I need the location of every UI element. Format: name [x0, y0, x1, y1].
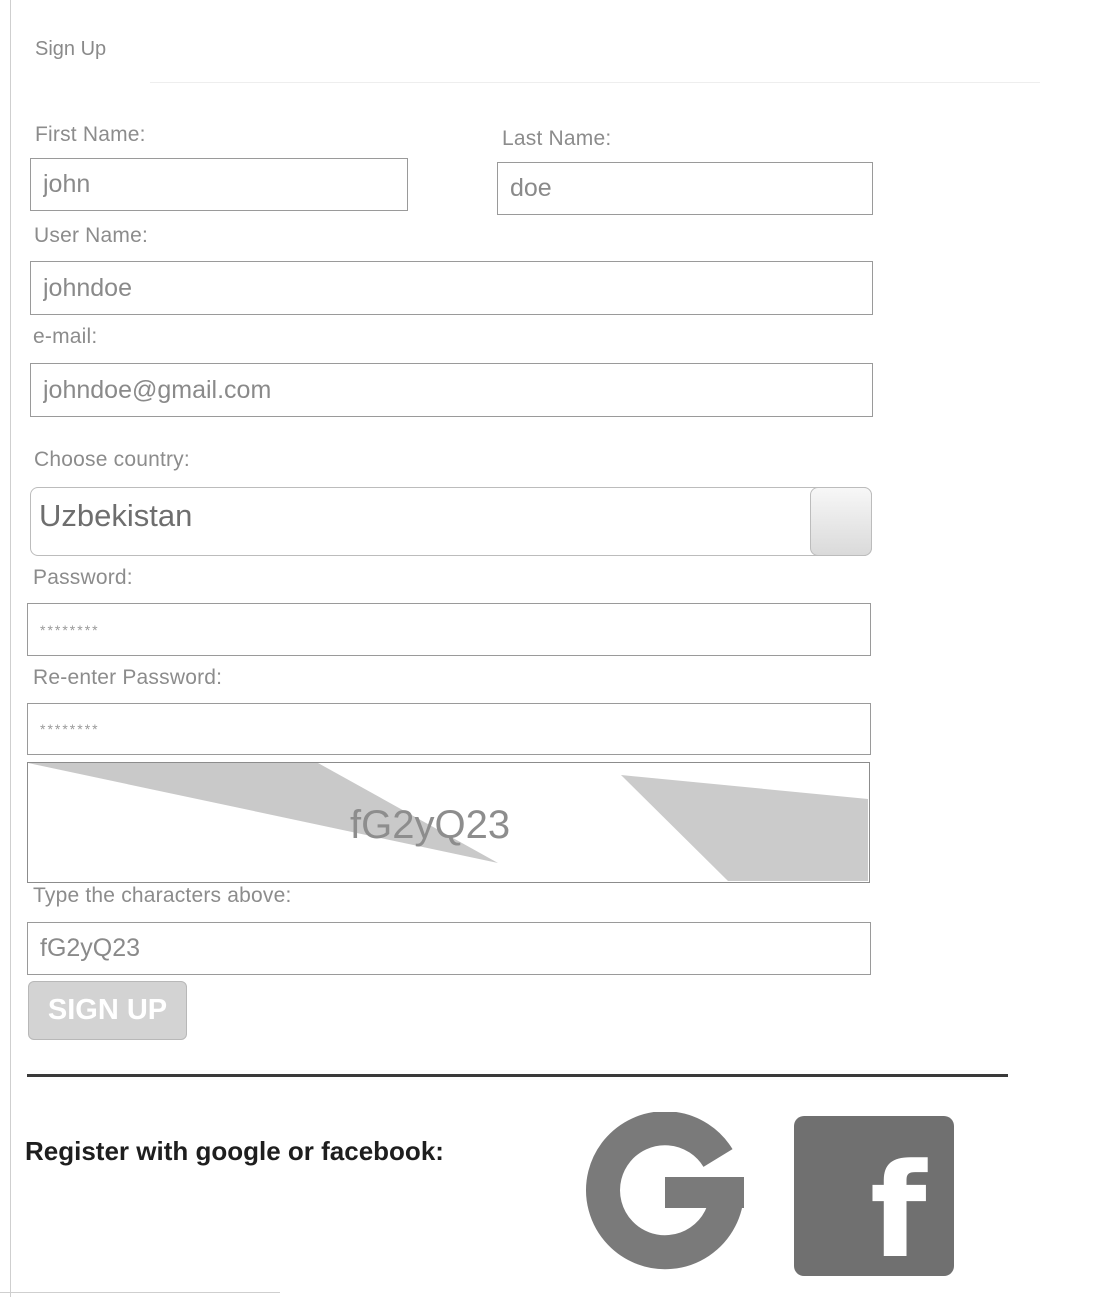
last-name-label: Last Name:	[502, 127, 612, 150]
reenter-password-input[interactable]	[27, 703, 871, 755]
sign-up-button[interactable]: SIGN UP	[28, 981, 187, 1040]
email-label: e-mail:	[33, 325, 98, 348]
section-divider	[27, 1074, 1008, 1077]
first-name-input[interactable]	[30, 158, 408, 211]
country-label: Choose country:	[34, 448, 190, 471]
password-input[interactable]	[27, 603, 871, 656]
captcha-input[interactable]	[27, 922, 871, 975]
facebook-f-letter: f	[870, 1135, 927, 1276]
reenter-password-label: Re-enter Password:	[33, 666, 223, 689]
facebook-f-icon[interactable]: f	[794, 1116, 954, 1276]
username-label: User Name:	[34, 224, 149, 247]
password-label: Password:	[33, 566, 133, 589]
country-selected-value: Uzbekistan	[39, 498, 193, 533]
captcha-prompt-label: Type the characters above:	[33, 884, 292, 907]
country-select[interactable]: Uzbekistan	[30, 487, 872, 556]
captcha-image: fG2yQ23	[27, 762, 870, 883]
username-input[interactable]	[30, 261, 873, 315]
google-g-icon[interactable]	[585, 1111, 745, 1272]
page-left-border	[10, 0, 11, 1297]
last-name-input[interactable]	[497, 162, 873, 215]
dropdown-arrow-icon[interactable]	[810, 487, 872, 556]
register-social-text: Register with google or facebook:	[25, 1136, 444, 1166]
title-divider	[150, 82, 1040, 83]
first-name-label: First Name:	[35, 123, 146, 146]
captcha-characters: fG2yQ23	[350, 803, 511, 847]
email-input[interactable]	[30, 363, 873, 417]
page-bottom-border	[0, 1292, 280, 1293]
form-title: Sign Up	[35, 38, 107, 60]
